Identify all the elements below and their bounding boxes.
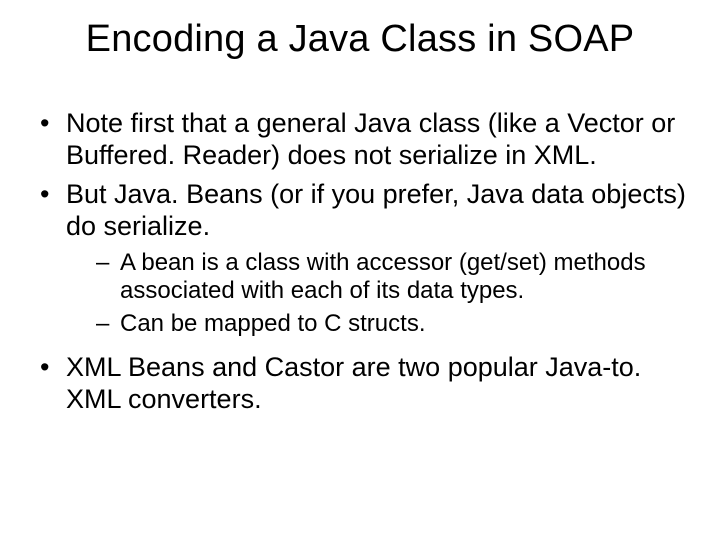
bullet-list: Note first that a general Java class (li…: [34, 108, 686, 416]
bullet-text: A bean is a class with accessor (get/set…: [120, 249, 646, 304]
list-item: A bean is a class with accessor (get/set…: [96, 249, 686, 306]
bullet-text: Note first that a general Java class (li…: [66, 108, 675, 170]
slide-title: Encoding a Java Class in SOAP: [34, 18, 686, 62]
list-item: Note first that a general Java class (li…: [34, 108, 686, 172]
list-item: XML Beans and Castor are two popular Jav…: [34, 352, 686, 416]
bullet-text: XML Beans and Castor are two popular Jav…: [66, 352, 641, 414]
bullet-text: But Java. Beans (or if you prefer, Java …: [66, 179, 686, 241]
slide: Encoding a Java Class in SOAP Note first…: [0, 0, 720, 540]
sub-bullet-list: A bean is a class with accessor (get/set…: [66, 249, 686, 338]
bullet-text: Can be mapped to C structs.: [120, 310, 425, 337]
list-item: Can be mapped to C structs.: [96, 310, 686, 338]
list-item: But Java. Beans (or if you prefer, Java …: [34, 179, 686, 338]
